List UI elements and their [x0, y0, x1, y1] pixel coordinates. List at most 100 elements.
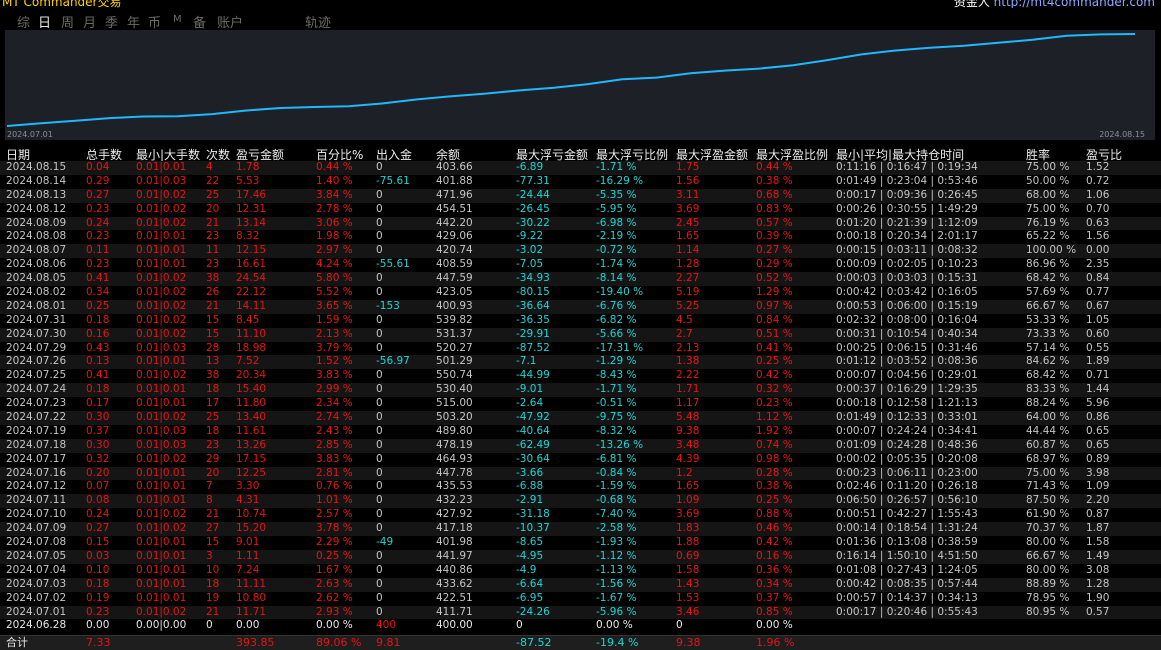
tab-1[interactable]: 日 — [38, 12, 51, 31]
cell-10: 1.28 — [676, 258, 700, 271]
table-row[interactable]: 2024.07.29 0.43 0.01|0.03 28 18.98 3.79 % 0 520… — [0, 342, 1161, 356]
cell-7: 423.05 — [436, 286, 473, 299]
cell-13: 84.62 % — [1026, 355, 1070, 368]
table-row[interactable]: 2024.07.23 0.17 0.01|0.01 17 11.80 2.34 % 0 515… — [0, 397, 1161, 411]
table-row[interactable]: 2024.07.16 0.20 0.01|0.01 20 12.25 2.81 % 0 447… — [0, 466, 1161, 481]
table-row[interactable]: 2024.07.05 0.03 0.01|0.01 3 1.11 0.25 % 0 441.9… — [0, 549, 1161, 564]
cell-13: 64.00 % — [1026, 411, 1070, 424]
table-row[interactable]: 2024.06.28 0.00 0.00|0.00 0 0.00 0.00 % 400 400… — [0, 619, 1161, 633]
table-row[interactable]: 2024.07.10 0.24 0.01|0.02 21 10.74 2.57 % 0 427… — [0, 508, 1161, 522]
total-row: 合计 7.33 393.85 89.06 % 9.81 -87.52 -19.4… — [0, 636, 1161, 650]
cell-8: -36.64 — [516, 299, 550, 312]
tab-2[interactable]: 周 — [61, 12, 74, 31]
cell-1: 0.23 — [86, 258, 110, 271]
table-row[interactable]: 2024.08.01 0.25 0.01|0.02 21 14.11 3.65 % -153… — [0, 299, 1161, 314]
table-row[interactable]: 2024.07.19 0.37 0.01|0.03 18 11.61 2.43 % 0 489… — [0, 425, 1161, 439]
cell-11: 0.16 % — [756, 549, 793, 562]
cell-12: 0:00:15 | 0:03:11 | 0:08:32 — [836, 244, 978, 257]
tab-5[interactable]: 年 — [127, 12, 140, 31]
table-row[interactable]: 2024.07.18 0.30 0.01|0.03 23 13.26 2.85 % 0 478… — [0, 438, 1161, 453]
table-row[interactable]: 2024.08.13 0.27 0.01|0.02 25 17.46 3.84 % 0 471… — [0, 188, 1161, 203]
tab-4[interactable]: 季 — [105, 12, 118, 31]
cell-5: 2.13 % — [316, 327, 353, 340]
cell-12: 0:00:03 | 0:03:03 | 0:15:31 — [836, 272, 978, 285]
cell-3: 25 — [206, 188, 220, 201]
tab-9[interactable]: 账户 — [217, 12, 243, 31]
cell-3: 21 — [206, 216, 220, 229]
chart-end-date: 2024.08.15 — [1099, 130, 1145, 139]
cell-3: 38 — [206, 369, 220, 382]
cell-1: 0.24 — [86, 508, 110, 521]
tab-6[interactable]: 币 — [148, 12, 161, 31]
cell-7: 417.18 — [436, 522, 473, 535]
cell-5: 3.78 % — [316, 522, 353, 535]
table-row[interactable]: 2024.07.31 0.18 0.01|0.02 15 8.45 1.59 % 0 539.… — [0, 314, 1161, 328]
cell-8: -2.64 — [516, 397, 544, 410]
tab-10[interactable]: 轨迹 — [305, 12, 331, 31]
cell-4: 13.26 — [236, 438, 267, 451]
cell-1: 0.24 — [86, 216, 110, 229]
cell-1: 0.08 — [86, 494, 110, 507]
cell-12: 0:01:12 | 0:03:52 | 0:08:36 — [836, 355, 978, 368]
table-row[interactable]: 2024.07.09 0.27 0.01|0.02 27 15.20 3.78 % 0 417… — [0, 522, 1161, 537]
cell-2: 0.01|0.01 — [136, 161, 187, 173]
tab-7[interactable]: M — [173, 14, 182, 25]
table-row[interactable]: 2024.08.08 0.23 0.01|0.01 23 8.32 1.98 % 0 429.… — [0, 230, 1161, 244]
table-row[interactable]: 2024.07.11 0.08 0.01|0.01 8 4.31 1.01 % 0 432.2… — [0, 494, 1161, 509]
cell-9: -1.56 % — [596, 577, 637, 590]
cell-10: 1.17 — [676, 397, 700, 410]
cell-14: 0.67 — [1086, 299, 1110, 312]
cell-4: 9.01 — [236, 536, 260, 549]
table-row[interactable]: 2024.08.12 0.23 0.01|0.02 20 12.31 2.78 % 0 454… — [0, 203, 1161, 217]
table-row[interactable]: 2024.07.03 0.18 0.01|0.01 18 11.11 2.63 % 0 433… — [0, 577, 1161, 592]
cell-7: 442.20 — [436, 216, 473, 229]
cell-7: 454.51 — [436, 202, 473, 215]
table-row[interactable]: 2024.07.25 0.41 0.01|0.02 38 20.34 3.83 % 0 550… — [0, 369, 1161, 383]
chart-start-date: 2024.07.01 — [7, 130, 53, 139]
table-row[interactable]: 2024.08.05 0.41 0.01|0.02 38 24.54 5.80 % 0 447… — [0, 272, 1161, 287]
cell-6: 400 — [376, 619, 397, 632]
cell-13: 66.67 % — [1026, 549, 1070, 562]
table-row[interactable]: 2024.08.15 0.04 0.01|0.01 4 1.78 0.44 % 0 403.6… — [0, 161, 1161, 175]
table-row[interactable]: 2024.07.17 0.32 0.01|0.02 29 17.15 3.83 % 0 464… — [0, 453, 1161, 467]
cell-8: -8.65 — [516, 536, 544, 549]
cell-10: 3.46 — [676, 605, 700, 618]
cell-8: -6.88 — [516, 480, 544, 493]
table-row[interactable]: 2024.07.02 0.19 0.01|0.01 19 10.80 2.62 % 0 422… — [0, 592, 1161, 606]
tab-3[interactable]: 月 — [83, 12, 96, 31]
table-row[interactable]: 2024.07.12 0.07 0.01|0.01 7 3.30 0.76 % 0 435.5… — [0, 480, 1161, 494]
table-row[interactable]: 2024.07.30 0.16 0.01|0.02 15 11.10 2.13 % 0 531… — [0, 327, 1161, 342]
cell-5: 2.34 % — [316, 397, 353, 410]
tab-0[interactable]: 综 — [17, 12, 30, 31]
cell-6: 0 — [376, 369, 383, 382]
cell-3: 29 — [206, 452, 220, 465]
table-row[interactable]: 2024.07.24 0.18 0.01|0.01 18 15.40 2.99 % 0 530… — [0, 383, 1161, 398]
table-row[interactable]: 2024.07.26 0.13 0.01|0.01 13 7.52 1.52 % -56.9… — [0, 355, 1161, 370]
tab-8[interactable]: 备 — [193, 12, 206, 31]
cell-6: 0 — [376, 244, 383, 257]
cell-5: 5.52 % — [316, 286, 353, 299]
table-row[interactable]: 2024.08.07 0.11 0.01|0.01 11 12.15 2.97 % 0 420… — [0, 244, 1161, 259]
cell-13: 53.33 % — [1026, 313, 1070, 326]
table-row[interactable]: 2024.07.01 0.23 0.01|0.02 21 11.71 2.93 % 0 411… — [0, 605, 1161, 620]
cell-0: 2024.07.11 — [6, 494, 67, 507]
cell-14: 0.87 — [1086, 508, 1110, 521]
cell-8: -4.9 — [516, 563, 537, 576]
cell-2: 0.01|0.01 — [136, 577, 187, 590]
cell-8: 0 — [516, 619, 523, 632]
table-row[interactable]: 2024.08.06 0.23 0.01|0.01 23 16.61 4.24 % -55.… — [0, 258, 1161, 272]
top-right-url[interactable]: http://mt4commander.com — [994, 0, 1155, 8]
cell-10: 3.69 — [676, 202, 700, 215]
cell-5: 2.81 % — [316, 466, 353, 479]
cell-1: 0.23 — [86, 230, 110, 243]
table-row[interactable]: 2024.08.14 0.29 0.01|0.03 22 5.53 1.40 % -75.6… — [0, 175, 1161, 189]
equity-line — [6, 33, 1136, 127]
cell-13: 88.24 % — [1026, 397, 1070, 410]
table-row[interactable]: 2024.07.04 0.10 0.01|0.01 10 7.24 1.67 % 0 440.… — [0, 564, 1161, 578]
table-row[interactable]: 2024.08.02 0.34 0.01|0.02 26 22.12 5.52 % 0 423… — [0, 286, 1161, 300]
table-row[interactable]: 2024.08.09 0.24 0.01|0.02 21 13.14 3.06 % 0 442… — [0, 216, 1161, 231]
cell-12: 0:00:14 | 0:18:54 | 1:31:24 — [836, 522, 978, 535]
table-row[interactable]: 2024.07.22 0.30 0.01|0.02 25 13.40 2.74 % 0 503… — [0, 411, 1161, 425]
cell-12: 0:00:37 | 0:16:29 | 1:29:35 — [836, 383, 978, 396]
table-row[interactable]: 2024.07.08 0.15 0.01|0.01 15 9.01 2.29 % -49 40… — [0, 536, 1161, 550]
